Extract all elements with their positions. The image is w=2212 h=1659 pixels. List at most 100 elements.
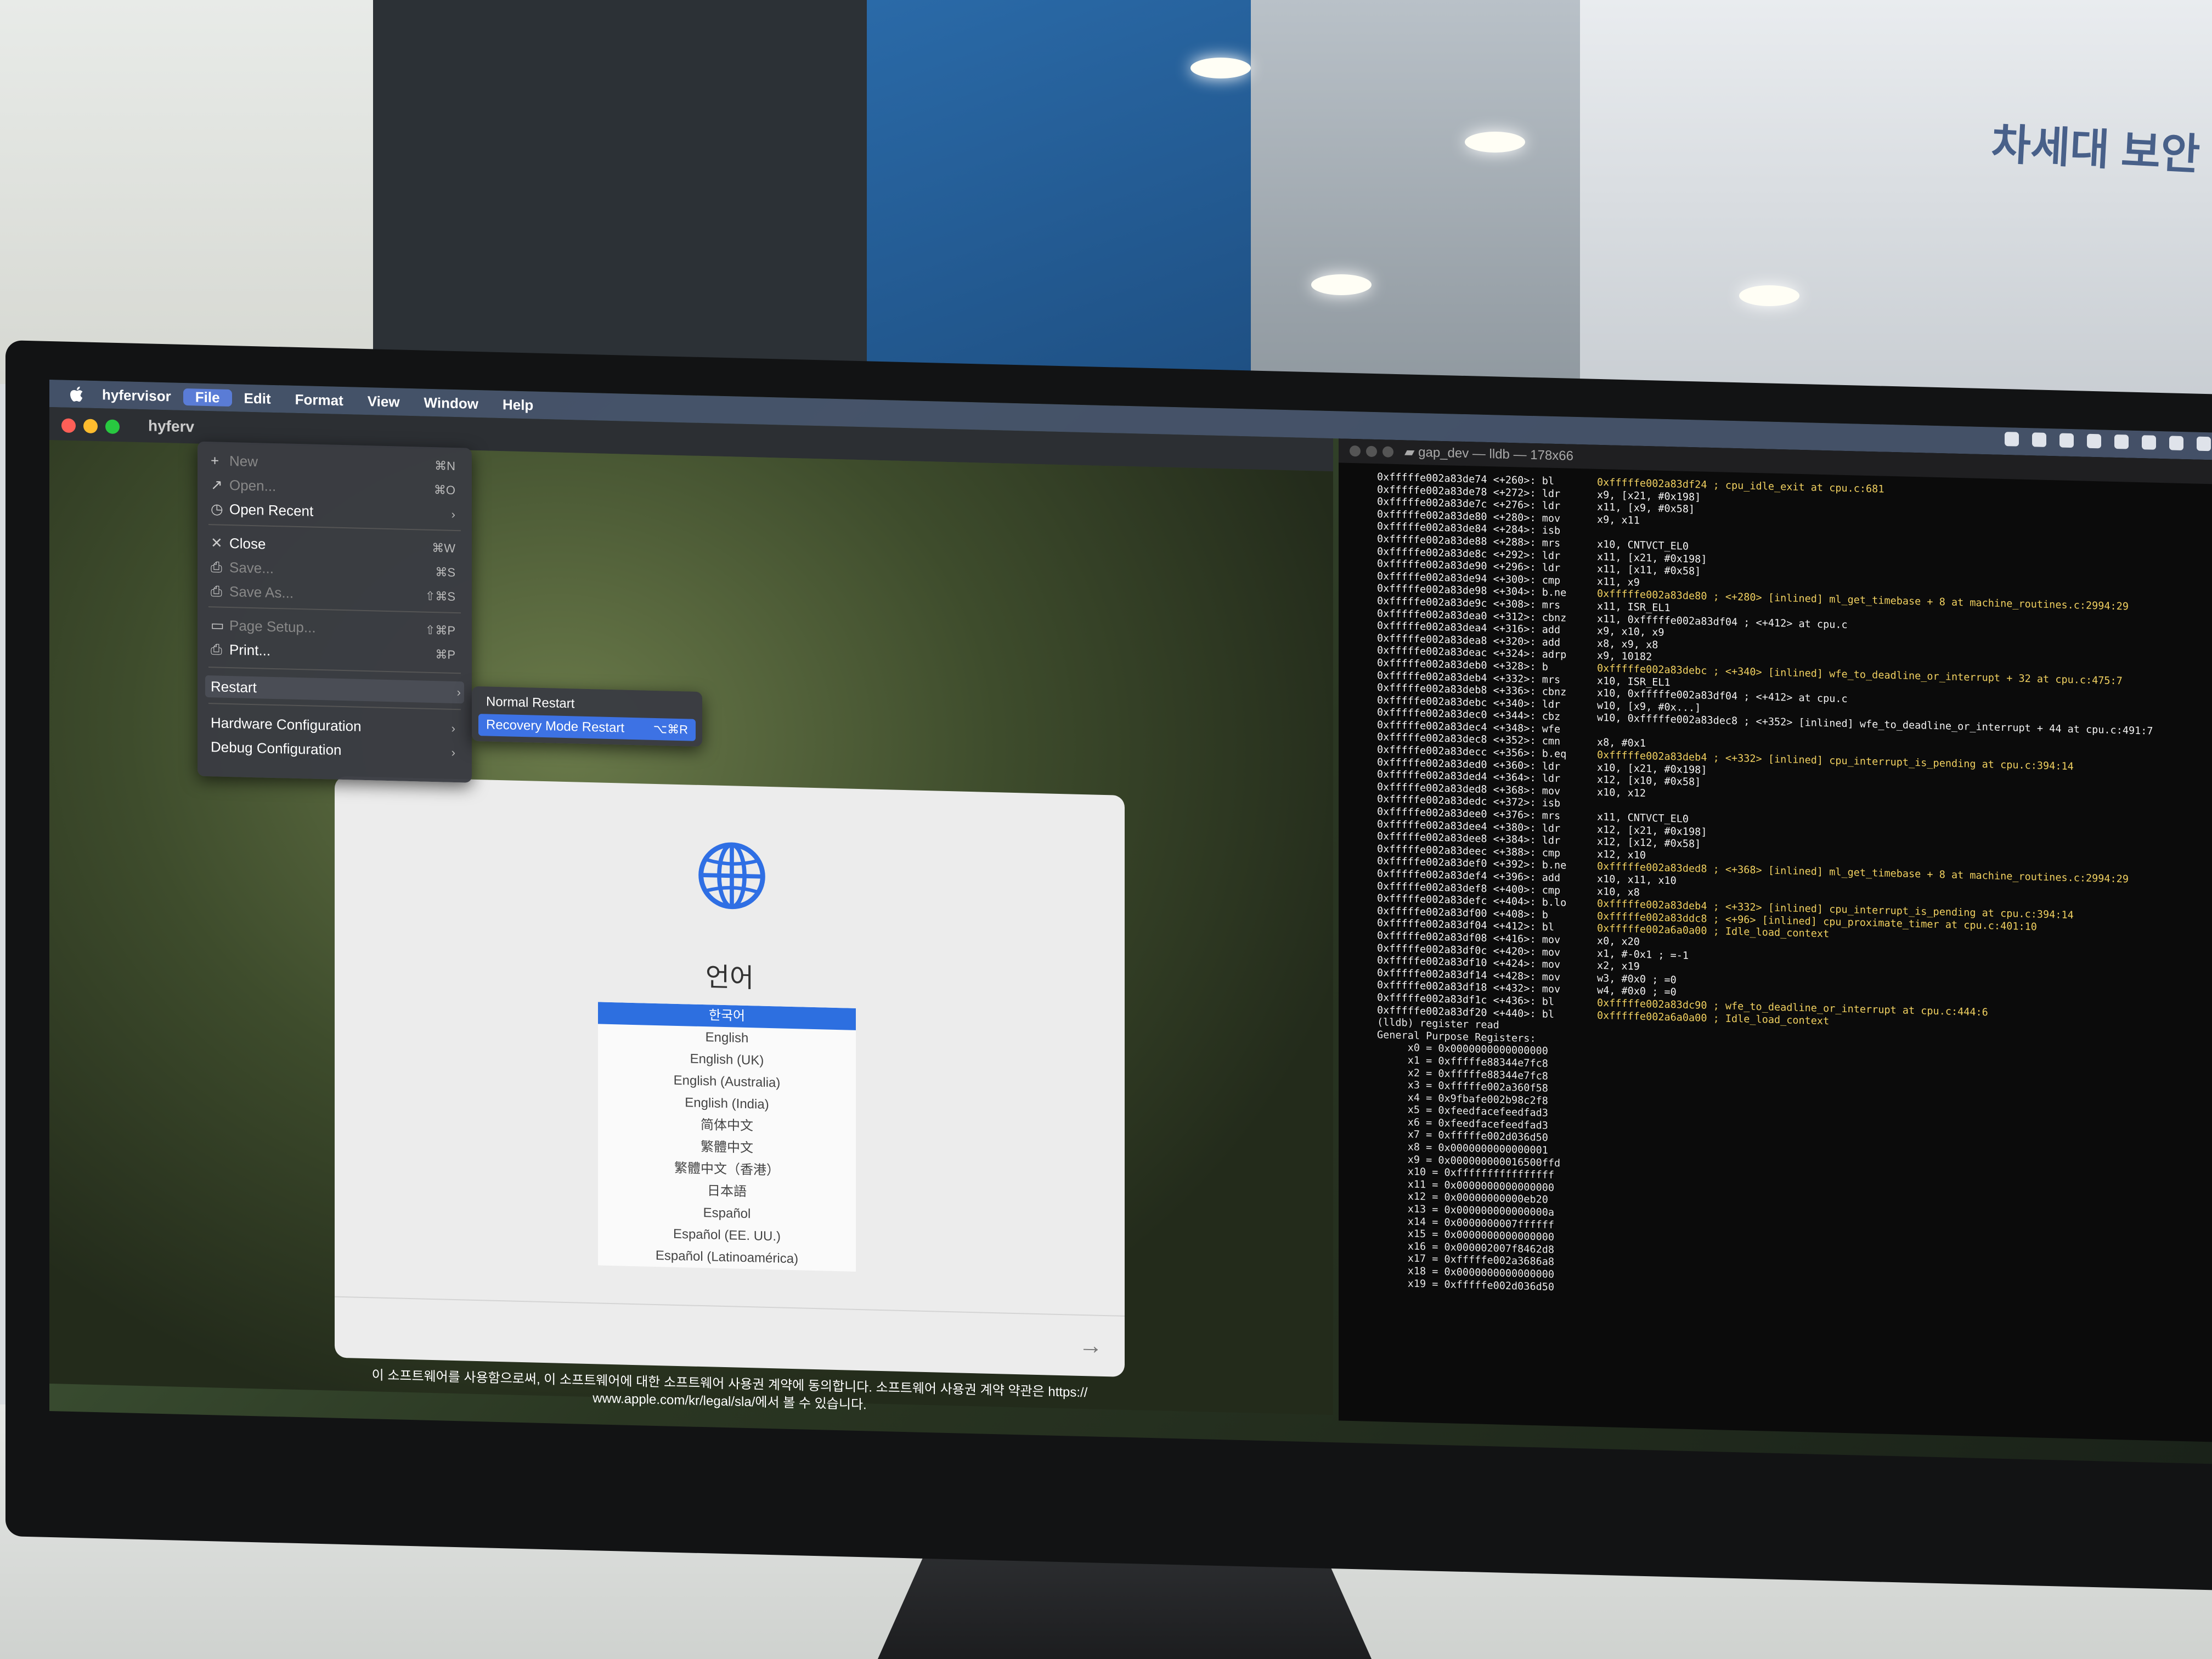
mail-app-icon[interactable] <box>1311 1446 1350 1464</box>
disasm-operands: x11, CNTVCT_EL0 <box>1596 811 1689 826</box>
dark-pillar <box>373 0 867 384</box>
disasm-operands: w3, #0x0 ; =0 <box>1596 972 1677 986</box>
mail-icon[interactable] <box>757 1432 796 1464</box>
activity-icon[interactable] <box>1774 1457 1813 1464</box>
terminal-title: gap_dev — lldb — 178x66 <box>1418 444 1573 464</box>
notes-icon[interactable] <box>895 1436 934 1464</box>
signal-icon[interactable] <box>1080 1440 1119 1464</box>
menu-item-debug-config[interactable]: Debug Configuration › <box>211 736 459 764</box>
terminal-window: ▰ gap_dev — lldb — 178x66 0xfffffe002a83… <box>1339 438 2212 1442</box>
postman-icon[interactable] <box>1587 1453 1626 1464</box>
status-icon[interactable] <box>2142 435 2156 450</box>
disasm-operands: w4, #0x0 ; =0 <box>1596 985 1677 998</box>
vpn-icon[interactable] <box>1265 1445 1304 1464</box>
terminal-output[interactable]: 0xfffffe002a83de74 <+260>: bl 0xfffffe00… <box>1339 462 2212 1310</box>
disasm-operands: x10, [x21, #0x198] <box>1596 761 1707 776</box>
language-list[interactable]: 한국어 English English (UK) English (Austra… <box>598 1002 856 1272</box>
menu-item-hardware-config[interactable]: Hardware Configuration › <box>211 712 459 740</box>
status-icon[interactable] <box>2169 436 2183 451</box>
system-settings-icon[interactable] <box>1449 1449 1488 1464</box>
close-button[interactable] <box>61 418 76 433</box>
screen: hyfervisor File Edit Format View Window … <box>49 379 2212 1464</box>
menu-item-recovery-restart[interactable]: Recovery Mode Restart ⌥⌘R <box>478 714 696 741</box>
blue-glass-wall <box>867 0 1251 395</box>
close-icon: ✕ <box>211 534 223 551</box>
disasm-operands: x10, x8 <box>1596 885 1640 899</box>
menu-item-save[interactable]: ⎙ Save... ⌘S <box>211 556 459 584</box>
vscode-icon[interactable] <box>1541 1452 1580 1464</box>
arrow-icon: ↗ <box>211 476 223 493</box>
globe-icon <box>698 842 765 910</box>
menu-item-save-as[interactable]: ⎙ Save As... ⇧⌘S <box>211 580 459 608</box>
c-app-icon[interactable]: C <box>2004 1463 2043 1464</box>
next-arrow-button[interactable]: → <box>1079 1332 1103 1360</box>
disasm-operands: x2, x19 <box>1596 960 1640 973</box>
folder-icon: ▰ <box>1404 444 1419 460</box>
zoom-button[interactable] <box>1383 446 1393 458</box>
arc-icon[interactable] <box>1126 1441 1165 1464</box>
simulator-icon[interactable] <box>1403 1448 1442 1464</box>
preview-icon[interactable] <box>1034 1439 1073 1464</box>
ida-icon[interactable] <box>1958 1462 1997 1464</box>
menu-view[interactable]: View <box>356 392 412 411</box>
glass-partition <box>1251 0 1580 395</box>
menu-item-open[interactable]: ↗ Open... ⌘O <box>211 473 459 501</box>
disasm-operands: x11, [x21, #0x198] <box>1596 551 1707 566</box>
status-icon[interactable] <box>2059 433 2074 448</box>
chatgpt-icon[interactable] <box>1172 1442 1211 1464</box>
status-icon[interactable] <box>2032 432 2046 447</box>
menu-item-close[interactable]: ✕ Close ⌘W <box>211 532 459 560</box>
telegram-icon[interactable] <box>1495 1451 1534 1464</box>
status-icon[interactable] <box>2087 433 2101 449</box>
menu-item-normal-restart[interactable]: Normal Restart <box>478 691 696 718</box>
slack-icon[interactable] <box>941 1437 980 1464</box>
minimize-button[interactable] <box>83 419 98 434</box>
disasm-operands: x9, x11 <box>1596 514 1640 527</box>
game-icon[interactable] <box>1357 1447 1396 1464</box>
menu-item-open-recent[interactable]: ◷ Open Recent › <box>211 498 459 526</box>
menu-edit[interactable]: Edit <box>232 390 283 408</box>
status-icon[interactable] <box>2114 434 2129 449</box>
script-icon[interactable] <box>1866 1459 1905 1464</box>
notion-icon[interactable]: N <box>988 1438 1026 1464</box>
monitor: hyfervisor File Edit Format View Window … <box>5 340 2212 1591</box>
menu-item-print[interactable]: ⎙ Print... ⌘P <box>211 638 459 666</box>
terminal-icon[interactable]: >_ <box>1218 1444 1257 1464</box>
chrome-icon[interactable] <box>665 1430 704 1464</box>
calendar-icon[interactable]: 11 <box>849 1435 888 1464</box>
status-icon[interactable] <box>2197 436 2211 452</box>
disasm-operands: x9, [x21, #0x198] <box>1596 489 1701 504</box>
kakaotalk-icon[interactable]: TALK <box>803 1434 842 1464</box>
menu-separator <box>208 524 461 532</box>
status-icon[interactable] <box>2005 432 2019 447</box>
launchpad-icon[interactable] <box>573 1428 612 1464</box>
teams-icon[interactable] <box>1679 1455 1718 1464</box>
menu-file[interactable]: File <box>183 388 232 407</box>
messages-icon[interactable] <box>711 1431 750 1464</box>
menu-window[interactable]: Window <box>412 394 490 413</box>
plus-icon: + <box>211 452 219 469</box>
console-icon[interactable]: WARNI <box>1725 1456 1767 1464</box>
safari-icon[interactable] <box>619 1429 658 1464</box>
save-icon: ⎙ <box>211 583 222 600</box>
close-button[interactable] <box>1350 445 1361 457</box>
file-menu-dropdown: + New ⌘N ↗ Open... ⌘O ◷ Open Recent › ✕ Close ⌘W… <box>198 441 472 783</box>
disasm-operands: x9, 10182 <box>1596 650 1652 663</box>
disasm-operands: x11, x9 <box>1596 575 1640 589</box>
menu-item-new[interactable]: + New ⌘N <box>211 449 459 477</box>
menu-item-restart[interactable]: Restart › <box>205 675 464 704</box>
menu-app-name[interactable]: hyfervisor <box>90 386 183 405</box>
zoom-button[interactable] <box>105 419 120 435</box>
ceiling-lamp <box>1739 285 1799 306</box>
apple-icon[interactable] <box>68 385 84 404</box>
utm-icon[interactable] <box>1912 1460 1951 1464</box>
menu-format[interactable]: Format <box>283 391 356 409</box>
db-icon[interactable] <box>1633 1454 1672 1464</box>
disasm-operands: x1, #-0x1 ; =-1 <box>1596 947 1689 962</box>
panel-divider <box>335 1296 1125 1317</box>
minimize-button[interactable] <box>1366 445 1377 458</box>
menu-help[interactable]: Help <box>490 396 545 414</box>
menu-item-page-setup[interactable]: ▭ Page Setup... ⇧⌘P <box>211 614 459 642</box>
excel-icon[interactable] <box>1820 1458 1859 1464</box>
finder-icon[interactable] <box>527 1427 566 1464</box>
